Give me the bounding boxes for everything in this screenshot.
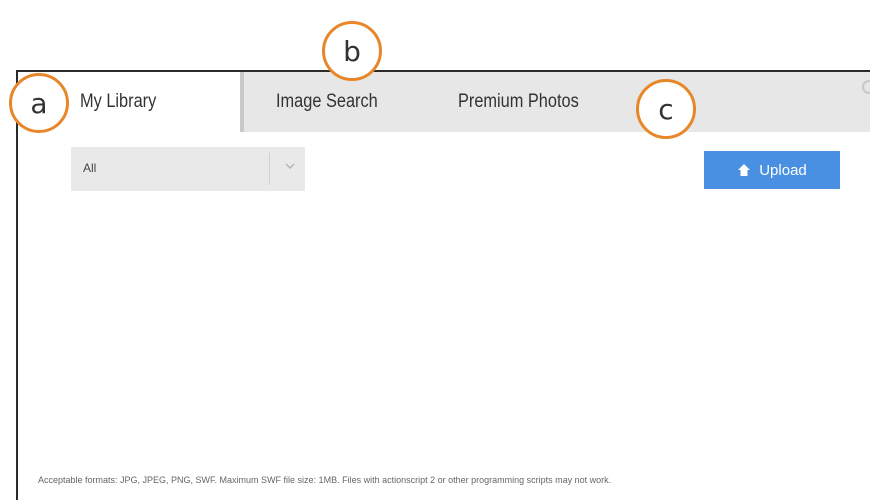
upload-label: Upload	[759, 161, 807, 179]
filter-divider	[269, 153, 270, 185]
close-icon[interactable]	[862, 80, 870, 94]
callout-c: c	[636, 79, 696, 139]
upload-button[interactable]: Upload	[704, 151, 840, 189]
upload-home-icon	[738, 164, 751, 176]
tab-my-library-label: My Library	[80, 91, 157, 112]
filter-value: All	[83, 161, 97, 175]
tab-bar: My Library Image Search Premium Photos	[18, 72, 870, 132]
chevron-down-icon	[285, 163, 295, 170]
library-content-area	[18, 202, 870, 462]
media-dialog: My Library Image Search Premium Photos A…	[16, 70, 870, 500]
tab-image-search[interactable]: Image Search	[276, 72, 422, 132]
tab-premium-photos[interactable]: Premium Photos	[458, 72, 613, 132]
callout-a: a	[9, 73, 69, 133]
filter-select[interactable]: All	[71, 147, 305, 191]
callout-b: b	[322, 21, 382, 81]
acceptable-formats-note: Acceptable formats: JPG, JPEG, PNG, SWF.…	[38, 475, 612, 485]
